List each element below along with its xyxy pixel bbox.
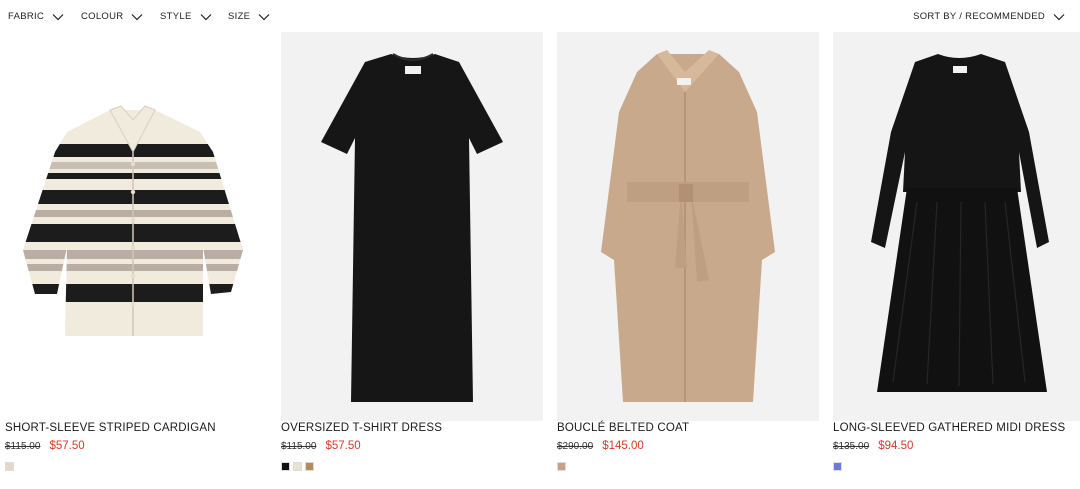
- sale-price: $94.50: [878, 440, 914, 452]
- product-title[interactable]: OVERSIZED T-SHIRT DRESS: [281, 422, 442, 434]
- color-swatch[interactable]: [293, 462, 302, 471]
- chevron-down-icon: [258, 13, 270, 20]
- filter-colour-label: COLOUR: [81, 11, 124, 22]
- boucle-coat-image: [601, 50, 775, 402]
- product-prices: $115.00 $57.50: [5, 440, 85, 452]
- chevron-down-icon: [200, 13, 212, 20]
- color-swatches: [5, 462, 14, 471]
- color-swatch[interactable]: [557, 462, 566, 471]
- product-prices: $115.00 $57.50: [281, 440, 361, 452]
- sale-price: $57.50: [325, 440, 361, 452]
- midi-dress-image: [871, 54, 1049, 392]
- product-image[interactable]: [281, 32, 543, 421]
- chevron-down-icon: [1053, 13, 1065, 20]
- filter-size[interactable]: SIZE: [228, 11, 270, 22]
- color-swatch[interactable]: [5, 462, 14, 471]
- sale-price: $145.00: [602, 440, 644, 452]
- filter-style-label: STYLE: [160, 11, 192, 22]
- product-title[interactable]: BOUCLÉ BELTED COAT: [557, 422, 689, 434]
- original-price: $115.00: [281, 441, 317, 452]
- sale-price: $57.50: [49, 440, 85, 452]
- color-swatch[interactable]: [281, 462, 290, 471]
- filter-fabric-label: FABRIC: [8, 11, 45, 22]
- original-price: $115.00: [5, 441, 41, 452]
- product-prices: $135.00 $94.50: [833, 440, 913, 452]
- color-swatch[interactable]: [305, 462, 314, 471]
- tshirt-dress-image: [321, 53, 503, 402]
- chevron-down-icon: [132, 13, 143, 20]
- product-image[interactable]: [833, 32, 1080, 421]
- striped-cardigan-image: [23, 105, 243, 336]
- filter-fabric[interactable]: FABRIC: [8, 11, 64, 22]
- color-swatches: [833, 462, 842, 471]
- product-prices: $290.00 $145.00: [557, 440, 644, 452]
- chevron-down-icon: [52, 13, 64, 20]
- product-title[interactable]: SHORT-SLEEVE STRIPED CARDIGAN: [5, 422, 216, 434]
- product-title[interactable]: LONG-SLEEVED GATHERED MIDI DRESS: [833, 422, 1065, 434]
- filter-size-label: SIZE: [228, 11, 251, 22]
- product-image[interactable]: [5, 32, 267, 421]
- original-price: $290.00: [557, 441, 594, 452]
- filter-style[interactable]: STYLE: [160, 11, 212, 22]
- color-swatches: [557, 462, 566, 471]
- color-swatch[interactable]: [833, 462, 842, 471]
- filter-bar: FABRIC COLOUR STYLE SIZE SORT BY / RECOM…: [0, 0, 1080, 32]
- sort-dropdown[interactable]: SORT BY / RECOMMENDED: [913, 11, 1065, 22]
- product-image[interactable]: [557, 32, 819, 421]
- original-price: $135.00: [833, 441, 870, 452]
- sort-label: SORT BY / RECOMMENDED: [913, 11, 1045, 22]
- filter-colour[interactable]: COLOUR: [81, 11, 143, 22]
- color-swatches: [281, 462, 314, 471]
